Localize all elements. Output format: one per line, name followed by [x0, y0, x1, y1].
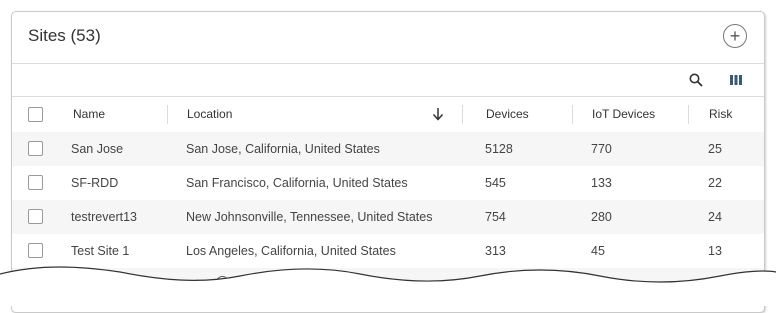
- device-count: 754: [485, 210, 506, 224]
- arrow-down-icon[interactable]: [431, 106, 445, 122]
- select-all-checkbox[interactable]: [28, 107, 43, 122]
- risk-score: 24: [708, 210, 722, 224]
- site-name[interactable]: Test Site 1: [71, 244, 129, 258]
- table-row[interactable]: San Jose San Jose, California, United St…: [12, 132, 764, 166]
- iot-device-count: 280: [591, 210, 612, 224]
- site-location: New Johnsonville, Tennessee, United Stat…: [186, 210, 433, 224]
- row-checkbox[interactable]: [28, 243, 43, 258]
- column-header-name[interactable]: Name: [73, 107, 105, 121]
- iot-device-count: 133: [591, 176, 612, 190]
- site-name[interactable]: testrevert13: [71, 210, 137, 224]
- column-header-devices[interactable]: Devices: [486, 107, 529, 121]
- iot-device-count: 770: [591, 142, 612, 156]
- site-location: Los Angeles, California, United States: [186, 244, 396, 258]
- risk-score: 22: [708, 176, 722, 190]
- search-icon[interactable]: [688, 72, 704, 88]
- page-title: Sites (53): [28, 26, 101, 45]
- column-divider[interactable]: [167, 105, 168, 124]
- site-location: San Jose, California, United States: [186, 142, 380, 156]
- row-checkbox[interactable]: [28, 209, 43, 224]
- table-header: Name Location Devices IoT Devices Risk: [12, 97, 764, 133]
- iot-device-count: 45: [591, 244, 605, 258]
- column-divider[interactable]: [462, 105, 463, 124]
- risk-score: 25: [708, 142, 722, 156]
- column-header-iot-devices[interactable]: IoT Devices: [592, 107, 655, 121]
- risk-score: 13: [708, 244, 722, 258]
- table-toolbar: [12, 64, 764, 97]
- columns-icon[interactable]: [728, 72, 744, 88]
- column-divider[interactable]: [572, 105, 573, 124]
- site-name[interactable]: San Jose: [71, 142, 123, 156]
- column-header-location[interactable]: Location: [187, 107, 232, 121]
- row-checkbox[interactable]: [28, 175, 43, 190]
- plus-icon: +: [729, 26, 741, 46]
- site-name[interactable]: SF-RDD: [71, 176, 118, 190]
- device-count: 5128: [485, 142, 513, 156]
- table-row[interactable]: testrevert13 New Johnsonville, Tennessee…: [12, 200, 764, 234]
- add-site-button[interactable]: +: [723, 24, 747, 48]
- device-count: 313: [485, 244, 506, 258]
- column-header-risk[interactable]: Risk: [709, 107, 732, 121]
- torn-edge: [0, 266, 776, 306]
- site-location: San Francisco, California, United States: [186, 176, 408, 190]
- card-header: Sites (53) +: [12, 12, 764, 64]
- column-divider[interactable]: [688, 105, 689, 124]
- row-checkbox[interactable]: [28, 141, 43, 156]
- device-count: 545: [485, 176, 506, 190]
- table-row[interactable]: SF-RDD San Francisco, California, United…: [12, 166, 764, 200]
